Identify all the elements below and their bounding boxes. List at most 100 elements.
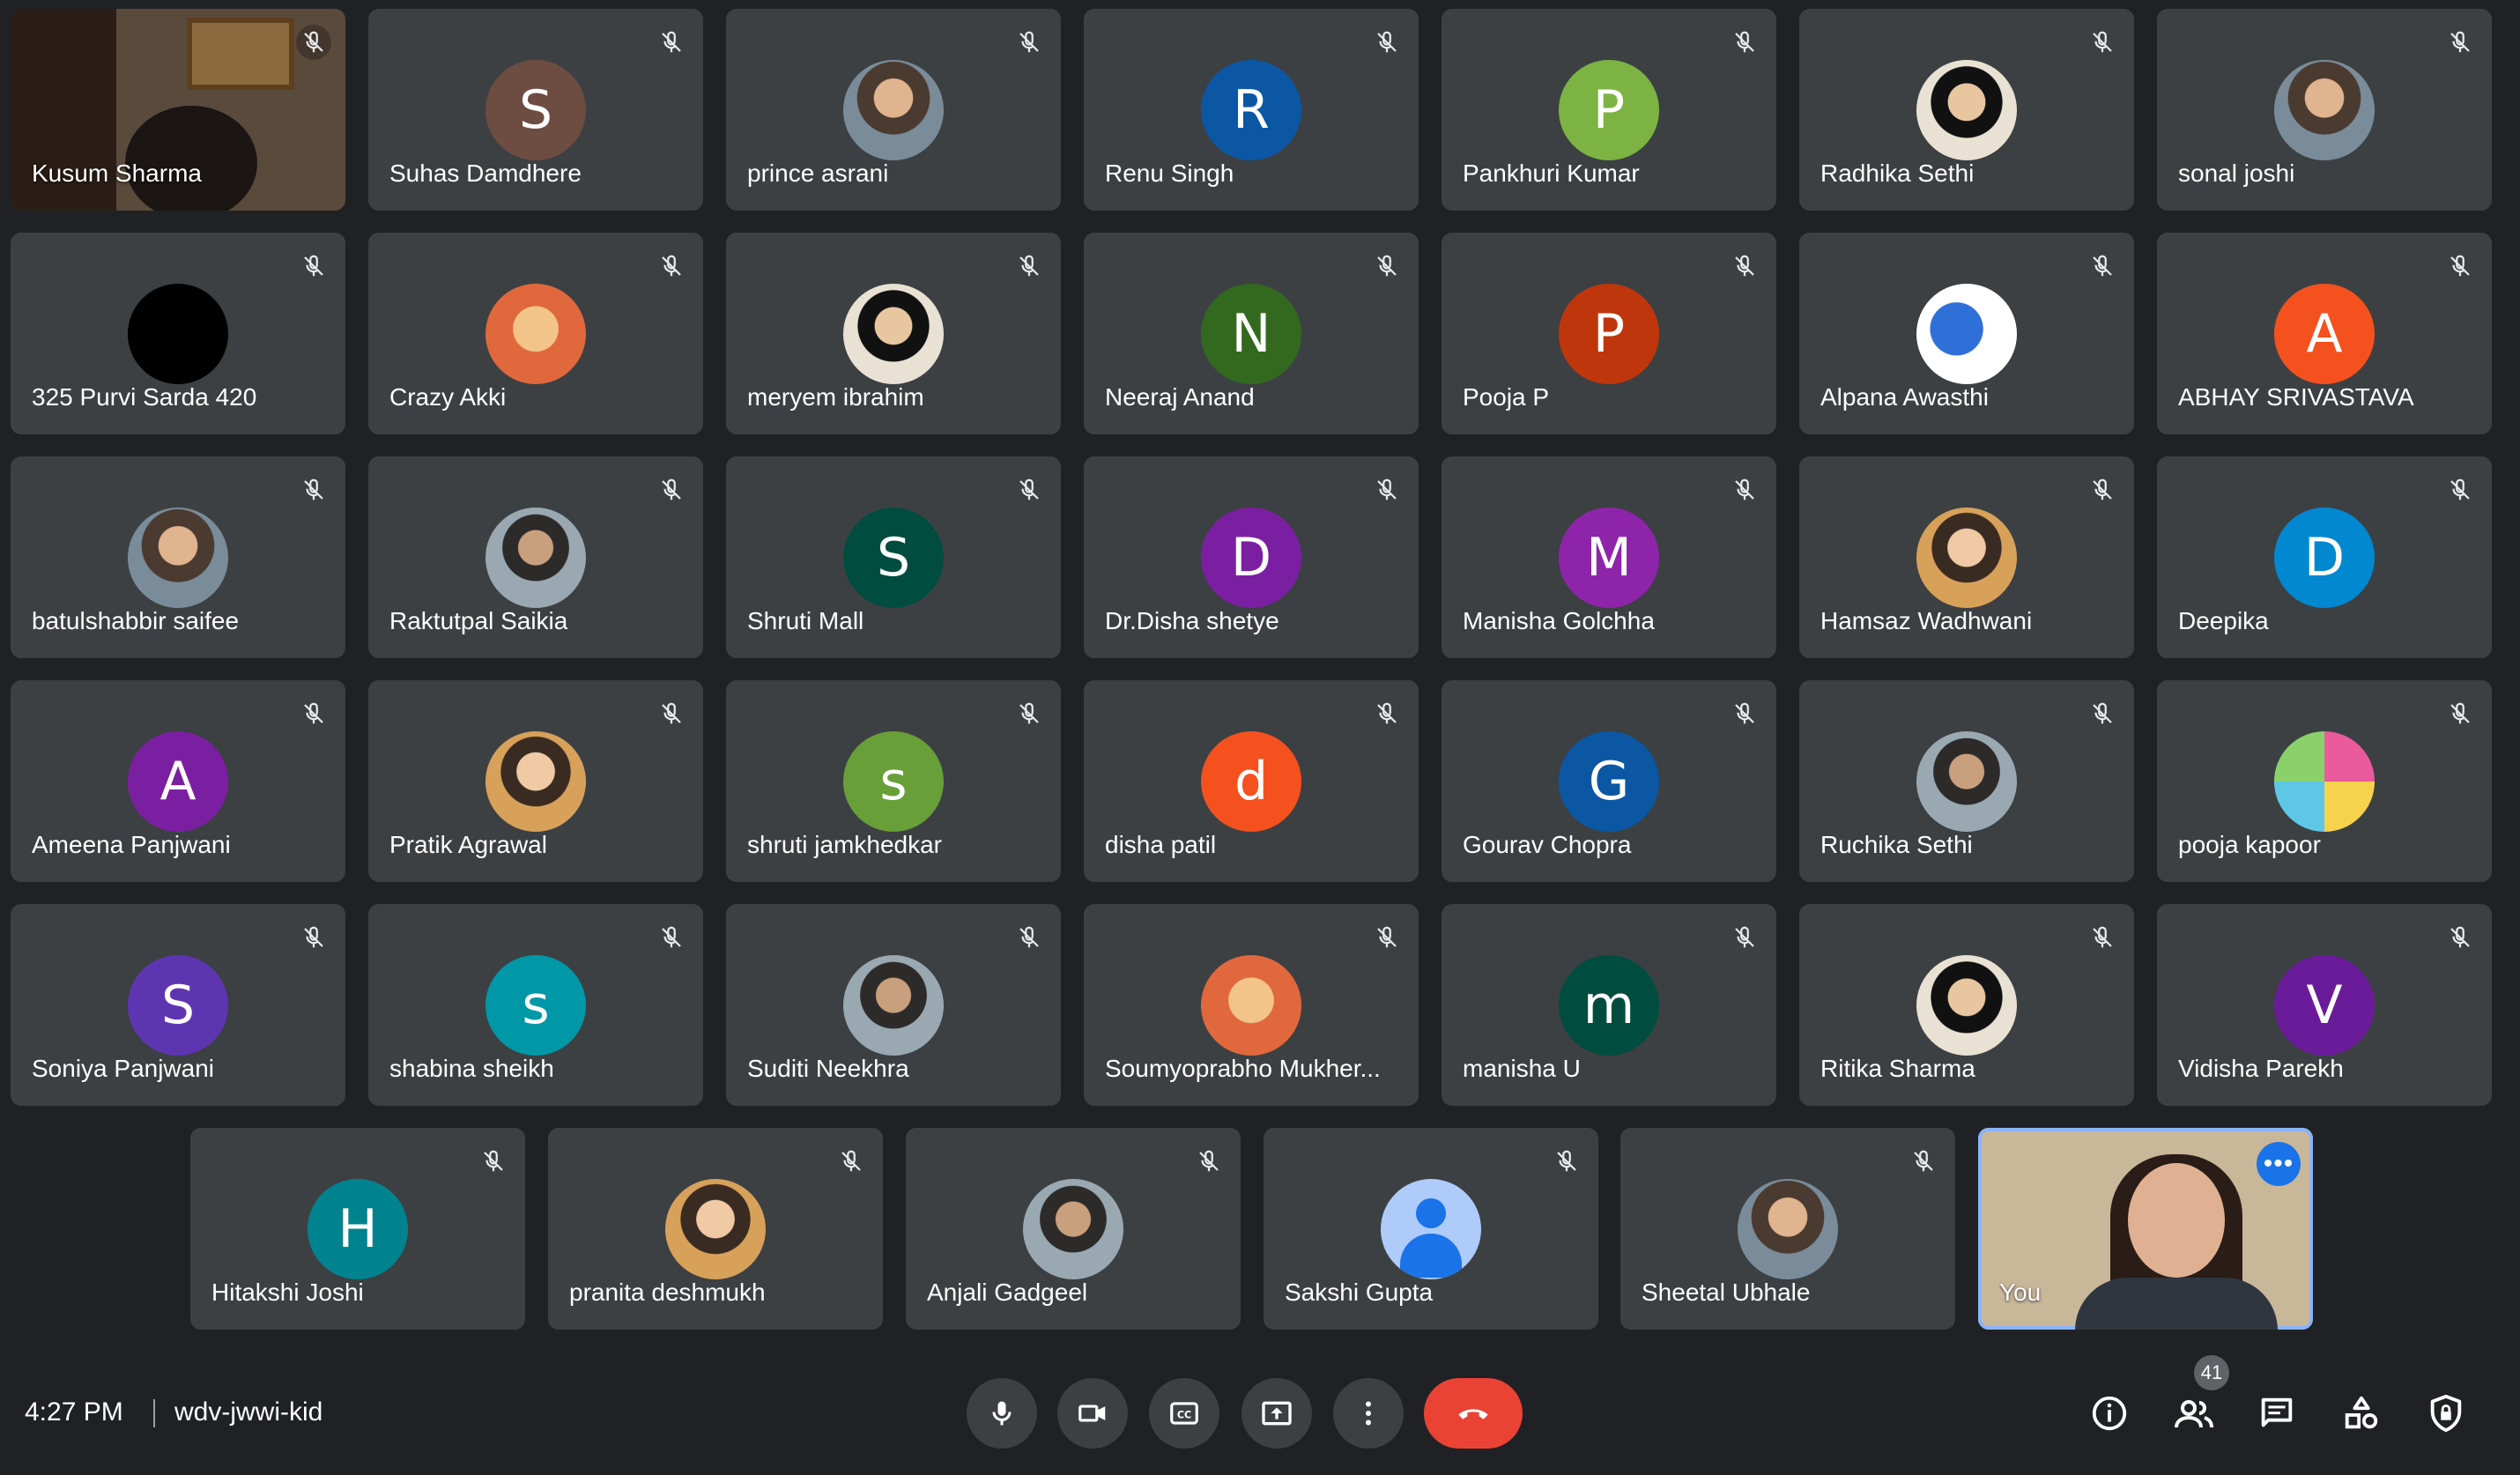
participant-tile[interactable]: A Ameena Panjwani [11,680,345,882]
avatar: P [1559,284,1659,384]
avatar [2274,60,2375,160]
participant-tile[interactable]: Kusum Sharma [11,9,345,211]
meeting-code: wdv-jwwi-kid [174,1397,323,1427]
more-options-icon[interactable]: ••• [2257,1142,2301,1186]
participant-tile[interactable]: Hamsaz Wadhwani [1799,456,2134,658]
mic-off-icon [2085,248,2120,284]
participant-tile[interactable]: R Renu Singh [1084,9,1419,211]
end-call-icon [1458,1409,1488,1419]
captions-button[interactable]: CC [1149,1378,1219,1449]
participant-tile[interactable]: Pratik Agrawal [368,680,703,882]
participant-name: Vidisha Parekh [2178,1055,2344,1082]
avatar [485,508,586,608]
participant-tile[interactable]: Sheetal Ubhale [1620,1128,1955,1330]
participant-tile[interactable]: Soumyoprabho Mukher... [1084,904,1419,1106]
avatar: d [1201,731,1301,832]
participant-tile[interactable]: Raktutpal Saikia [368,456,703,658]
mic-off-icon [1549,1144,1584,1179]
participant-tile[interactable]: P Pooja P [1442,233,1776,434]
participant-name: Ruchika Sethi [1820,831,1973,858]
mic-off-icon [1727,472,1762,508]
avatar [843,60,944,160]
avatar [1916,955,2017,1056]
participant-name: You [1999,1279,2042,1306]
chat-button[interactable] [2250,1387,2303,1440]
mic-off-icon [1727,920,1762,955]
participant-name: Neeraj Anand [1105,383,1255,411]
participant-name: batulshabbir saifee [32,607,240,634]
participant-tile[interactable]: pranita deshmukh [548,1128,883,1330]
leave-call-button[interactable] [1424,1378,1523,1449]
participant-name: Gourav Chopra [1463,831,1632,858]
mic-off-icon [1369,472,1405,508]
participant-tile[interactable]: prince asrani [726,9,1061,211]
host-controls-button[interactable] [2420,1387,2472,1440]
participant-tile[interactable]: N Neeraj Anand [1084,233,1419,434]
self-video-tile[interactable]: You ••• [1978,1128,2313,1330]
participant-name: Manisha Golchha [1463,607,1655,634]
participant-tile[interactable]: Alpana Awasthi [1799,233,2134,434]
camera-button[interactable] [1057,1378,1128,1449]
present-screen-button[interactable] [1241,1378,1312,1449]
mic-off-icon [834,1144,869,1179]
microphone-button[interactable] [967,1378,1037,1449]
video-feed-frame [187,18,294,90]
participant-tile[interactable]: 325 Purvi Sarda 420 [11,233,345,434]
participant-name: Sheetal Ubhale [1642,1279,1811,1306]
avatar: N [1201,284,1301,384]
participant-tile[interactable]: Anjali Gadgeel [906,1128,1241,1330]
participant-name: disha patil [1105,831,1217,858]
participant-tile[interactable]: G Gourav Chopra [1442,680,1776,882]
avatar: D [2274,508,2375,608]
participant-tile[interactable]: pooja kapoor [2157,680,2492,882]
mic-off-icon [296,25,331,60]
bottom-control-bar: 4:27 PM wdv-jwwi-kid CC 41 [0,1348,2520,1475]
participant-tile[interactable]: P Pankhuri Kumar [1442,9,1776,211]
participant-tile[interactable]: D Dr.Disha shetye [1084,456,1419,658]
mic-off-icon [1727,25,1762,60]
avatar: M [1559,508,1659,608]
avatar [2274,731,2375,832]
meeting-details-button[interactable] [2083,1387,2136,1440]
mic-off-icon [1369,920,1405,955]
participant-tile[interactable]: Ruchika Sethi [1799,680,2134,882]
present-screen-icon [1262,1401,1292,1426]
participant-name: Ameena Panjwani [32,831,231,858]
participant-tile[interactable]: s shruti jamkhedkar [726,680,1061,882]
participant-tile[interactable]: meryem ibrahim [726,233,1061,434]
participant-tile[interactable]: Radhika Sethi [1799,9,2134,211]
participant-name: pooja kapoor [2178,831,2321,858]
avatar: m [1559,955,1659,1056]
participant-tile[interactable]: H Hitakshi Joshi [190,1128,525,1330]
participant-tile[interactable]: S Soniya Panjwani [11,904,345,1106]
more-options-button[interactable] [1333,1378,1404,1449]
divider [153,1399,155,1427]
participant-name: Radhika Sethi [1820,159,1975,187]
participant-tile[interactable]: s shabina sheikh [368,904,703,1106]
avatar: A [128,731,228,832]
participant-tile[interactable]: batulshabbir saifee [11,456,345,658]
participant-tile[interactable]: V Vidisha Parekh [2157,904,2492,1106]
mic-off-icon [296,920,331,955]
participant-tile[interactable]: D Deepika [2157,456,2492,658]
people-button[interactable] [2168,1387,2220,1440]
participant-tile[interactable]: M Manisha Golchha [1442,456,1776,658]
activities-button[interactable] [2335,1387,2388,1440]
participant-tile[interactable]: d disha patil [1084,680,1419,882]
participant-tile[interactable]: S Shruti Mall [726,456,1061,658]
participant-tile[interactable]: m manisha U [1442,904,1776,1106]
participant-tile[interactable]: Suditi Neekhra [726,904,1061,1106]
participant-tile[interactable]: sonal joshi [2157,9,2492,211]
mic-off-icon [1012,696,1047,731]
participant-tile[interactable]: A ABHAY SRIVASTAVA [2157,233,2492,434]
participant-tile[interactable]: Sakshi Gupta [1264,1128,1598,1330]
participant-tile[interactable]: Crazy Akki [368,233,703,434]
participant-name: prince asrani [747,159,889,187]
participant-name: Soniya Panjwani [32,1055,215,1082]
mic-off-icon [2442,472,2478,508]
mic-off-icon [1369,696,1405,731]
participant-tile[interactable]: S Suhas Damdhere [368,9,703,211]
avatar [843,955,944,1056]
participant-tile[interactable]: Ritika Sharma [1799,904,2134,1106]
participant-name: Ritika Sharma [1820,1055,1975,1082]
